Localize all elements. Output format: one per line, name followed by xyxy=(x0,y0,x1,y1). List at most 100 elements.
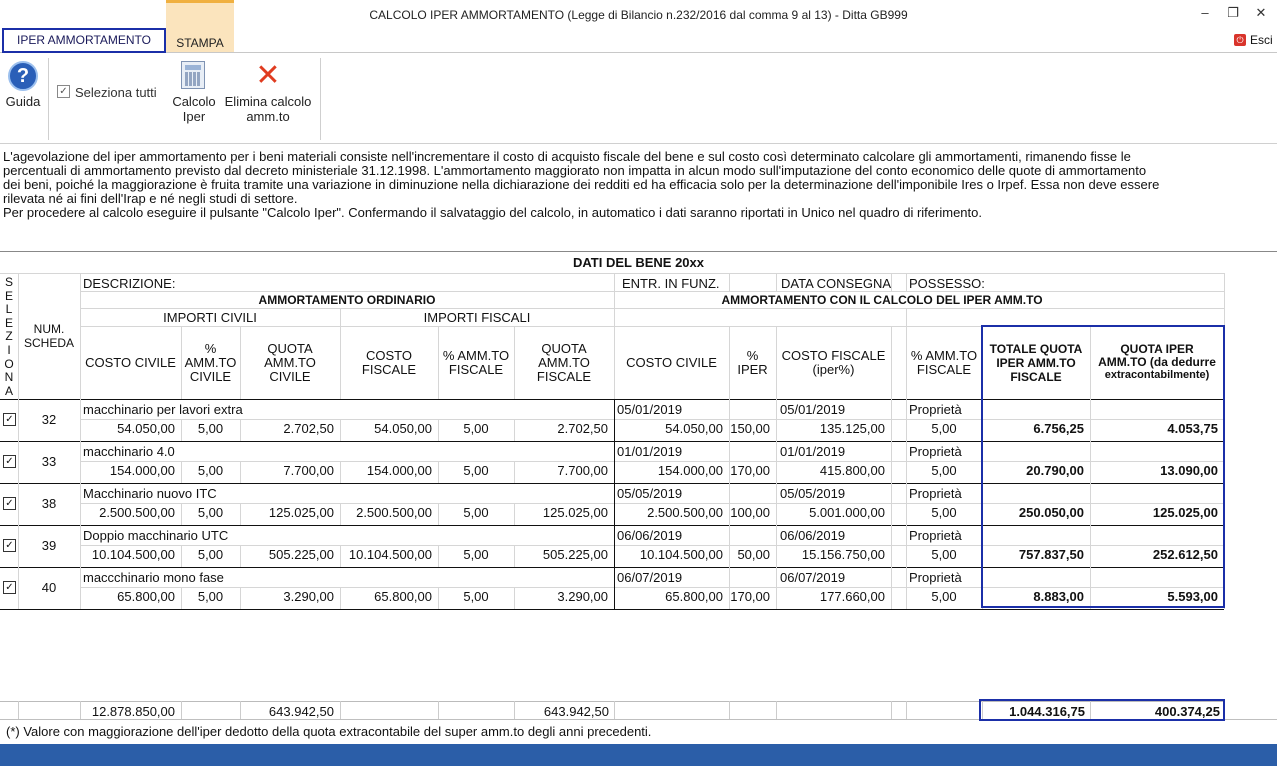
grid-line xyxy=(18,441,19,483)
cell-perc-iper: 170,00 xyxy=(730,463,770,478)
asset-description: macchinario 4.0 xyxy=(83,444,175,459)
grid-line xyxy=(891,326,892,399)
column-header-quota-civile: AMM.TO xyxy=(264,354,316,370)
asset-description: Doppio macchinario UTC xyxy=(83,528,229,543)
selezione-header-letter: Z xyxy=(5,329,13,344)
column-header-perc-fiscale2: FISCALE xyxy=(916,361,972,377)
exit-icon[interactable]: ⏻ xyxy=(1234,34,1246,46)
select-all-checkbox[interactable]: ✓ xyxy=(57,85,70,98)
cell-perc-civile: 5,00 xyxy=(197,505,224,520)
num-scheda-header: NUM. xyxy=(33,322,65,336)
help-icon[interactable]: ? xyxy=(8,61,38,91)
grid-line xyxy=(181,545,182,567)
row-select-checkbox[interactable]: ✓ xyxy=(3,455,16,468)
scheda-number: 40 xyxy=(41,580,57,595)
column-header-quota-fiscale: QUOTA xyxy=(541,340,587,356)
importi-civili-header: IMPORTI CIVILI xyxy=(163,310,257,325)
grid-line xyxy=(18,701,19,719)
selezione-header-letter: L xyxy=(5,302,13,317)
grid-line xyxy=(514,545,515,567)
cell-costo-civile2: 65.800,00 xyxy=(665,589,723,604)
row-select-checkbox[interactable]: ✓ xyxy=(3,497,16,510)
row-select-checkbox[interactable]: ✓ xyxy=(3,413,16,426)
cell-costo-fiscale: 2.500.500,00 xyxy=(356,505,432,520)
restore-icon[interactable]: ❐ xyxy=(1222,4,1244,22)
select-all-label[interactable]: Seleziona tutti xyxy=(75,85,157,100)
grid-line xyxy=(614,483,615,525)
calcolo-iper-button[interactable]: Calcolo Iper xyxy=(166,94,222,124)
possesso-value: Proprietà xyxy=(909,570,962,585)
grid-line xyxy=(906,308,907,326)
grid-line xyxy=(0,273,80,274)
column-header-costo-civile: COSTO CIVILE xyxy=(85,354,176,370)
tab-stampa[interactable]: STAMPA xyxy=(166,0,234,52)
scheda-number: 39 xyxy=(41,538,57,553)
column-header-perc-civile: AMM.TO xyxy=(184,354,237,370)
possesso-header: POSSESSO: xyxy=(909,276,985,291)
cell-perc-fiscale2: 5,00 xyxy=(931,505,957,520)
selezione-header-letter: N xyxy=(4,370,14,385)
amm-ordinario-header: AMMORTAMENTO ORDINARIO xyxy=(258,293,436,307)
grid-line xyxy=(80,567,81,609)
elimina-calcolo-button[interactable]: Elimina calcolo amm.to xyxy=(220,94,316,124)
cell-costo-fiscale: 54.050,00 xyxy=(374,421,432,436)
cell-costo-civile: 10.104.500,00 xyxy=(91,547,175,562)
grid-line xyxy=(891,525,892,567)
grid-line xyxy=(729,273,730,291)
cell-perc-fiscale: 5,00 xyxy=(463,547,489,562)
num-scheda-header: SCHEDA xyxy=(23,336,74,350)
row-select-checkbox[interactable]: ✓ xyxy=(3,539,16,552)
cell-costo-civile: 2.500.500,00 xyxy=(99,505,175,520)
cell-quota-civile: 125.025,00 xyxy=(268,505,334,520)
minimize-icon[interactable]: – xyxy=(1194,4,1216,22)
grid-line xyxy=(614,701,615,719)
cell-costo-civile2: 10.104.500,00 xyxy=(639,547,723,562)
grid-line xyxy=(891,273,892,291)
grid-line xyxy=(438,587,439,609)
delete-icon[interactable]: ✕ xyxy=(252,60,284,92)
guida-button-label[interactable]: Guida xyxy=(2,94,44,109)
column-header-perc-iper: % xyxy=(746,347,759,363)
close-icon[interactable]: ✕ xyxy=(1250,4,1272,22)
description-line: rilevata né ai fini dell'Irap e né negli… xyxy=(3,191,298,206)
description-line: L'agevolazione del iper ammortamento per… xyxy=(3,149,1131,164)
selezione-header-letter: O xyxy=(4,356,14,371)
grid-line xyxy=(906,525,907,567)
footnote: (*) Valore con maggiorazione dell'iper d… xyxy=(6,724,652,739)
column-header-perc-civile: % xyxy=(204,340,217,356)
grid-line xyxy=(80,273,81,399)
grid-line xyxy=(240,503,241,525)
entr-funz-date: 06/06/2019 xyxy=(617,528,683,543)
tab-iper-ammortamento[interactable]: IPER AMMORTAMENTO xyxy=(2,28,166,53)
cell-perc-iper: 170,00 xyxy=(730,589,770,604)
grid-line xyxy=(514,587,515,609)
grid-line xyxy=(181,701,182,719)
row-select-checkbox[interactable]: ✓ xyxy=(3,581,16,594)
exit-button[interactable]: Esci xyxy=(1250,33,1273,47)
grid-line xyxy=(906,701,907,719)
grid-line xyxy=(340,503,341,525)
grid-line xyxy=(729,525,730,567)
asset-description: maccchinario mono fase xyxy=(83,570,224,585)
grid-line xyxy=(181,503,182,525)
cell-perc-iper: 50,00 xyxy=(737,547,770,562)
cell-quota-fiscale: 125.025,00 xyxy=(542,505,608,520)
column-header-costo-fiscale-iper: COSTO FISCALE xyxy=(781,347,886,363)
grid-line xyxy=(776,441,777,483)
cell-perc-civile: 5,00 xyxy=(197,547,224,562)
cell-quota-fiscale: 3.290,00 xyxy=(557,589,608,604)
grid-line xyxy=(891,567,892,609)
grid-line xyxy=(181,461,182,483)
consegna-date: 06/06/2019 xyxy=(780,528,846,543)
grid-line xyxy=(80,525,81,567)
calculator-icon[interactable] xyxy=(181,61,205,89)
cell-costo-fiscale-iper: 15.156.750,00 xyxy=(801,547,885,562)
grid-line xyxy=(776,483,777,525)
total-quota-civile: 643.942,50 xyxy=(268,704,334,719)
grid-line xyxy=(18,483,19,525)
grid-line xyxy=(438,701,439,719)
elimina-label-line2: amm.to xyxy=(246,109,290,124)
cell-perc-iper: 150,00 xyxy=(730,421,770,436)
selezione-header-letter: E xyxy=(4,315,13,330)
entr-funz-header: ENTR. IN FUNZ. xyxy=(622,276,720,291)
